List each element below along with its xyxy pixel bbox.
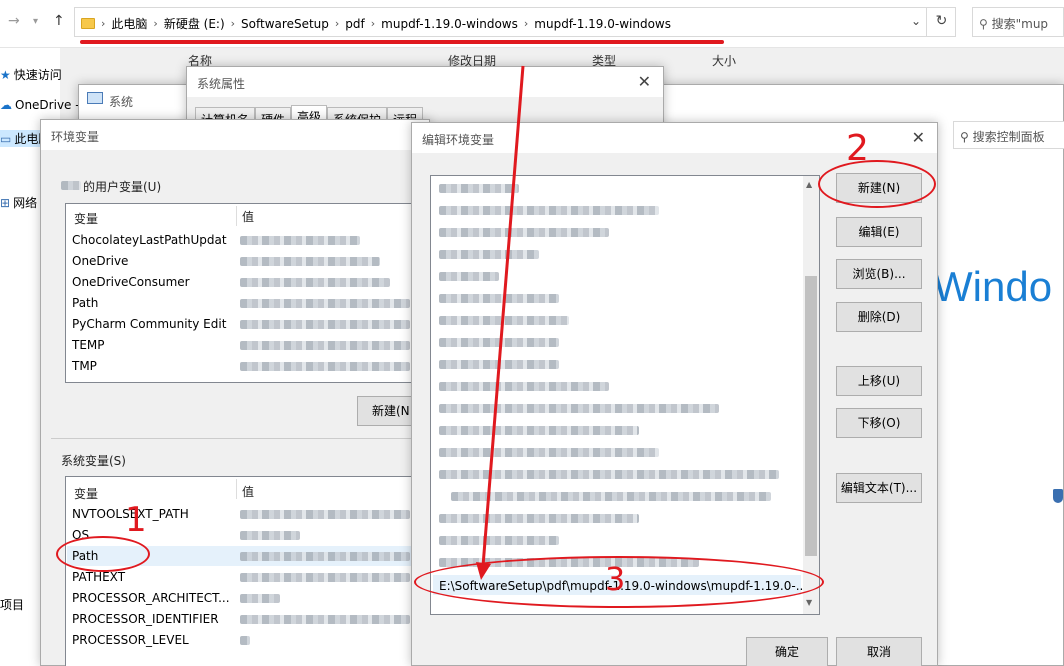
annotation-arrow-line — [481, 65, 525, 567]
annotation-circle-new — [818, 160, 936, 208]
annotation-step-1: 1 — [125, 500, 147, 540]
annotation-circle-path — [56, 536, 150, 572]
annotation-step-3: 3 — [605, 560, 626, 598]
annotation-step-2: 2 — [846, 128, 869, 169]
